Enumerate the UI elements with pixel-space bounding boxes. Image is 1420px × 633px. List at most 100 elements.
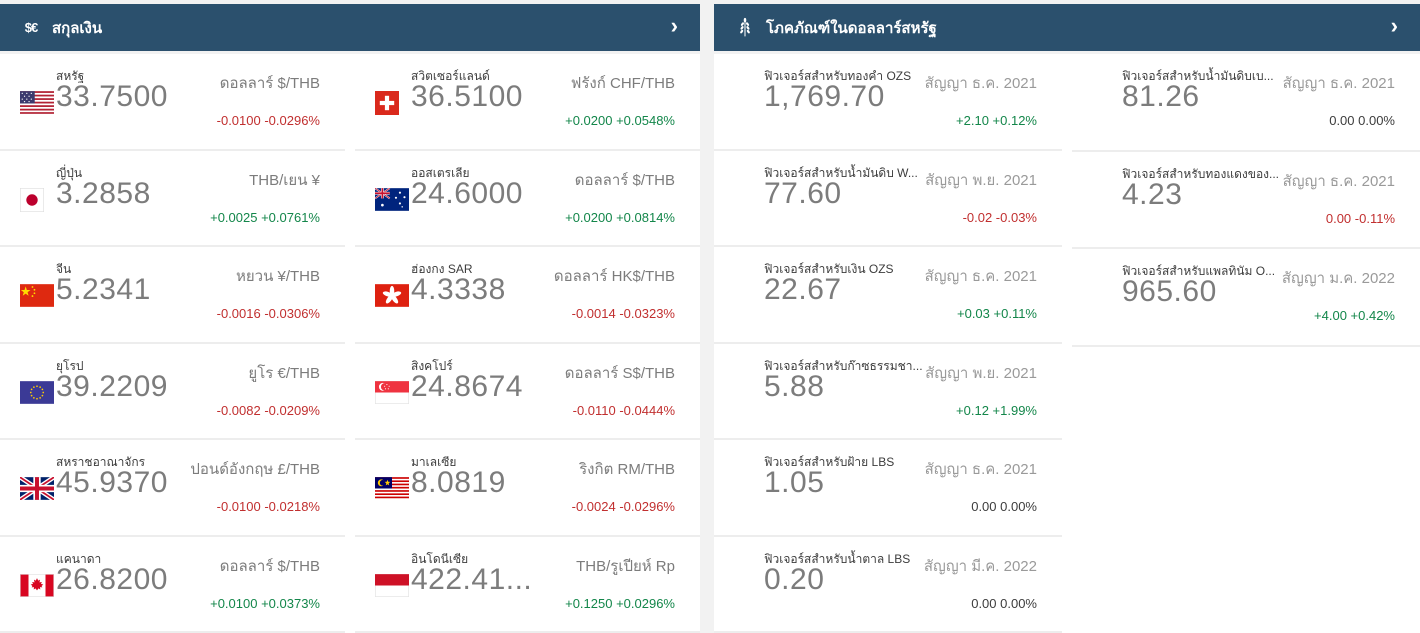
commodity-price: 1.05 — [764, 466, 825, 499]
commodities-panel-header: โภคภัณฑ์ในดอลลาร์สหรัฐ › — [714, 4, 1420, 51]
currency-change: -0.0014 -0.0323% — [571, 306, 675, 321]
currency-change: +0.0025 +0.0761% — [210, 209, 320, 225]
currency-card-jp[interactable]: ญี่ปุ่น 3.2858 THB/เยน ¥ +0.0025 +0.0761% — [0, 151, 345, 247]
currencies-panel-header: $€ สกุลเงิน › — [0, 4, 700, 51]
commodity-contract-label: สัญญา ธ.ค. 2021 — [1282, 75, 1395, 92]
currency-price: 26.8200 — [56, 562, 168, 596]
commodities-panel-title: โภคภัณฑ์ในดอลลาร์สหรัฐ — [766, 19, 937, 37]
currency-card-ch[interactable]: สวิตเซอร์แลนด์ 36.5100 ฟรังก์ CHF/THB +0.02… — [355, 54, 700, 151]
currency-change: +0.0200 +0.0814% — [565, 209, 675, 225]
currency-change: -0.0016 -0.0306% — [216, 306, 320, 321]
currency-card-hk[interactable]: ฮ่องกง SAR 4.3338 ดอลลาร์ HK$/THB -0.0014 -… — [355, 247, 700, 344]
commodity-card[interactable]: ฟิวเจอร์สสำหรับฝ้าย LBS 1.05 สัญญา ธ.ค. 20… — [714, 440, 1062, 537]
currency-card-au[interactable]: ออสเตรเลีย 24.6000 ดอลลาร์ $/THB +0.0200 +0… — [355, 151, 700, 247]
commodity-card[interactable]: ฟิวเจอร์สสำหรับเงิน OZS 22.67 สัญญา ธ.ค. 2… — [714, 247, 1062, 344]
dollar-euro-icon: $€ — [24, 20, 39, 35]
commodity-change: +0.03 +0.11% — [957, 306, 1037, 321]
flag-my-icon — [375, 477, 409, 500]
commodity-contract-label: สัญญา มี.ค. 2022 — [923, 557, 1037, 575]
currencies-panel: $€ สกุลเงิน › สหรัฐ 33.7500 ดอลลาร์ $/THB -… — [0, 4, 700, 633]
currency-price: 24.6000 — [411, 176, 523, 210]
commodity-card[interactable]: ฟิวเจอร์สสำหรับแพลทินัม O... 965.60 สัญญา … — [1072, 249, 1420, 347]
commodity-price: 81.26 — [1122, 80, 1200, 113]
currency-price: 33.7500 — [56, 80, 168, 113]
currency-change: +0.0200 +0.0548% — [565, 113, 675, 128]
currencies-grid: สหรัฐ 33.7500 ดอลลาร์ $/THB -0.0100 -0.0296… — [0, 54, 700, 633]
commodities-grid: ฟิวเจอร์สสำหรับทองคำ OZS 1,769.70 สัญญา ธ.… — [714, 54, 1420, 633]
currency-pair-label: ฟรังก์ CHF/THB — [570, 75, 675, 92]
currency-change: -0.0082 -0.0209% — [216, 402, 320, 418]
commodity-contract-label: สัญญา พ.ย. 2021 — [925, 364, 1037, 382]
currency-pair-label: ดอลลาร์ $/THB — [219, 75, 320, 92]
currency-card-id[interactable]: อินโดนีเซีย 422.41... THB/รูเปียห์ Rp +0.12… — [355, 537, 700, 633]
commodity-price: 4.23 — [1122, 177, 1183, 211]
currency-price: 422.41... — [411, 562, 533, 596]
fx-commodities-dashboard: $€ สกุลเงิน › สหรัฐ 33.7500 ดอลลาร์ $/THB -… — [0, 0, 1420, 633]
currency-price: 45.9370 — [56, 466, 168, 499]
commodity-contract-label: สัญญา ธ.ค. 2021 — [1282, 172, 1395, 190]
commodity-change: 0.00 0.00% — [971, 499, 1037, 514]
currency-card-cn[interactable]: จีน 5.2341 หยวน ¥/THB -0.0016 -0.0306% — [0, 247, 345, 344]
commodities-panel: โภคภัณฑ์ในดอลลาร์สหรัฐ › ฟิวเจอร์สสำหรับ… — [714, 4, 1420, 633]
commodity-card[interactable]: ฟิวเจอร์สสำหรับก๊าซธรรมชา... 5.88 สัญญา พ.… — [714, 344, 1062, 440]
currency-pair-label: THB/รูเปียห์ Rp — [576, 557, 675, 575]
wheat-icon — [734, 17, 756, 38]
commodity-card[interactable]: ฟิวเจอร์สสำหรับน้ำมันดิบ W... 77.60 สัญญา … — [714, 151, 1062, 247]
currency-card-ca[interactable]: แคนาดา 26.8200 ดอลลาร์ $/THB +0.0100 +0.037… — [0, 537, 345, 633]
commodity-price: 1,769.70 — [764, 80, 885, 113]
commodity-contract-label: สัญญา ธ.ค. 2021 — [924, 75, 1037, 92]
currency-card-my[interactable]: มาเลเซีย 8.0819 ริงกิต RM/THB -0.0024 -0.02… — [355, 440, 700, 537]
currency-price: 24.8674 — [411, 369, 523, 403]
commodity-change: +4.00 +0.42% — [1314, 308, 1395, 323]
flag-gb-icon — [20, 477, 54, 500]
commodity-card[interactable]: ฟิวเจอร์สสำหรับน้ำตาล LBS 0.20 สัญญา มี.ค.… — [714, 537, 1062, 633]
currency-price: 39.2209 — [56, 369, 168, 403]
commodities-column-left: ฟิวเจอร์สสำหรับทองคำ OZS 1,769.70 สัญญา ธ.… — [714, 54, 1062, 633]
flag-hk-icon — [375, 284, 409, 307]
flag-id-icon — [375, 573, 409, 597]
currency-card-eu[interactable]: ยุโรป 39.2209 ยูโร €/THB -0.0082 -0.0209% — [0, 344, 345, 440]
commodity-card[interactable]: ฟิวเจอร์สสำหรับทองคำ OZS 1,769.70 สัญญา ธ.… — [714, 54, 1062, 151]
currency-pair-label: THB/เยน ¥ — [249, 171, 320, 189]
currency-price: 8.0819 — [411, 466, 506, 499]
flag-jp-icon — [20, 187, 44, 212]
currency-price: 36.5100 — [411, 80, 523, 113]
flag-au-icon — [375, 187, 409, 211]
commodity-contract-label: สัญญา ม.ค. 2022 — [1281, 270, 1395, 287]
currency-card-sg[interactable]: สิงคโปร์ 24.8674 ดอลลาร์ S$/THB -0.0110 -0.… — [355, 344, 700, 440]
flag-ca-icon — [20, 573, 54, 597]
currency-card-gb[interactable]: สหราชอาณาจักร 45.9370 ปอนด์อังกฤษ £/THB -0.… — [0, 440, 345, 537]
commodity-change: 0.00 0.00% — [971, 595, 1037, 611]
currency-pair-label: ริงกิต RM/THB — [579, 461, 675, 478]
commodity-change: +0.12 +1.99% — [956, 402, 1037, 418]
commodity-price: 965.60 — [1122, 275, 1217, 308]
commodity-card[interactable]: ฟิวเจอร์สสำหรับน้ำมันดิบเบ... 81.26 สัญญา … — [1072, 54, 1420, 152]
currency-change: +0.0100 +0.0373% — [210, 595, 320, 611]
commodity-change: 0.00 0.00% — [1329, 113, 1395, 128]
flag-us-icon — [20, 91, 54, 114]
currency-pair-label: ดอลลาร์ HK$/THB — [553, 268, 675, 285]
currency-card-us[interactable]: สหรัฐ 33.7500 ดอลลาร์ $/THB -0.0100 -0.0296… — [0, 54, 345, 151]
currency-pair-label: ดอลลาร์ $/THB — [219, 557, 320, 575]
chevron-right-icon[interactable]: › — [669, 15, 680, 37]
currency-price: 5.2341 — [56, 273, 151, 306]
chevron-right-icon[interactable]: › — [1389, 15, 1400, 37]
commodity-change: 0.00 -0.11% — [1325, 210, 1395, 226]
commodity-price: 5.88 — [764, 369, 825, 403]
currency-pair-label: ดอลลาร์ S$/THB — [564, 364, 675, 382]
commodity-price: 0.20 — [764, 562, 825, 596]
currency-change: -0.0100 -0.0296% — [216, 113, 320, 128]
currency-change: -0.0024 -0.0296% — [571, 499, 675, 514]
commodities-column-right: ฟิวเจอร์สสำหรับน้ำมันดิบเบ... 81.26 สัญญา … — [1072, 54, 1420, 633]
currency-price: 4.3338 — [411, 273, 506, 306]
currencies-column-left: สหรัฐ 33.7500 ดอลลาร์ $/THB -0.0100 -0.0296… — [0, 54, 345, 633]
flag-ch-icon — [375, 91, 399, 115]
currency-pair-label: ดอลลาร์ $/THB — [574, 171, 675, 189]
commodity-change: -0.02 -0.03% — [962, 209, 1037, 225]
currency-change: -0.0110 -0.0444% — [572, 402, 675, 418]
currency-change: +0.1250 +0.0296% — [565, 595, 675, 611]
flag-sg-icon — [375, 380, 409, 404]
currencies-panel-title: สกุลเงิน — [52, 19, 103, 37]
commodity-card[interactable]: ฟิวเจอร์สสำหรับทองแดงของ... 4.23 สัญญา ธ.ค… — [1072, 152, 1420, 249]
currency-pair-label: ปอนด์อังกฤษ £/THB — [190, 461, 320, 478]
